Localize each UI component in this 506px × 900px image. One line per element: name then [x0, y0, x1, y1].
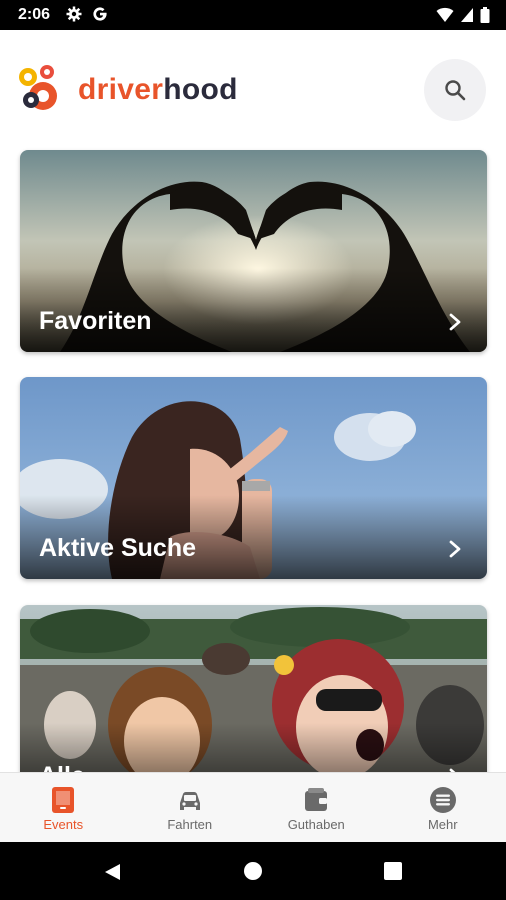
cellular-signal-icon [461, 8, 473, 22]
car-icon [179, 792, 200, 810]
status-bar: 2:06 [0, 0, 506, 30]
nav-item-guthaben[interactable]: Guthaben [253, 773, 380, 842]
google-g-icon [93, 7, 107, 21]
card-title-aktive-suche: Aktive Suche [39, 534, 197, 562]
app-header: driverhood [0, 30, 506, 146]
tablet-icon [52, 787, 75, 813]
nav-item-mehr[interactable]: Mehr [380, 773, 506, 842]
wallet-icon [305, 788, 328, 811]
system-navigation-bar [0, 842, 506, 900]
card-aktive-suche[interactable]: Aktive Suche [20, 377, 487, 579]
search-button[interactable] [424, 59, 486, 121]
back-icon[interactable] [102, 862, 122, 882]
home-button[interactable] [244, 862, 262, 880]
status-left-icons [66, 6, 108, 22]
chevron-right-icon [449, 313, 461, 331]
menu-icon [429, 787, 456, 813]
brand-wordmark: driverhood [78, 71, 238, 109]
card-favoriten[interactable]: Favoriten [20, 150, 487, 352]
chevron-right-icon [449, 540, 461, 558]
status-right-icons [436, 7, 490, 23]
brand-secondary: hood [163, 73, 238, 106]
nav-label-events: Events [43, 817, 84, 832]
nav-label-fahrten: Fahrten [167, 817, 213, 832]
nav-item-fahrten[interactable]: Fahrten [127, 773, 254, 842]
nav-label-mehr: Mehr [427, 817, 458, 832]
driverhood-logo-icon [19, 65, 57, 110]
battery-icon [480, 7, 490, 23]
status-time: 2:06 [18, 6, 51, 23]
card-title-favoriten: Favoriten [39, 307, 152, 335]
brand-primary: driver [78, 73, 164, 106]
app-screen: driverhood Favoriten Aktive Suche Events… [0, 30, 506, 842]
search-icon [445, 80, 466, 101]
settings-gear-icon [66, 6, 82, 22]
nav-label-guthaben: Guthaben [287, 817, 345, 832]
recent-apps-button[interactable] [384, 862, 402, 880]
bottom-navigation: Events Fahrten Guthaben Mehr [0, 772, 506, 842]
nav-item-events[interactable]: Events [0, 773, 127, 842]
wifi-icon [436, 7, 454, 22]
